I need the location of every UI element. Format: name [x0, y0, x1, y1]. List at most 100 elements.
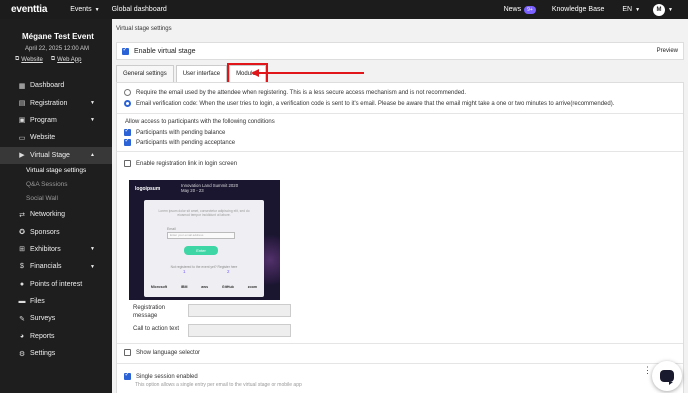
registration-link-label: Enable registration link in login screen: [136, 160, 238, 167]
single-session-help: This option allows a single entry per em…: [135, 382, 302, 388]
main-content: Virtual stage settings Enable virtual st…: [112, 19, 688, 393]
program-icon: ▣: [18, 117, 26, 125]
sidebar-item-files[interactable]: ▬ Files: [0, 293, 112, 310]
language-selector-label: Show language selector: [136, 349, 201, 356]
sidebar-item-label: Virtual Stage: [30, 151, 70, 159]
exhibitors-icon: ⊞: [19, 246, 25, 254]
networking-icon: ⇄: [19, 211, 25, 219]
sidebar-item-label: Program: [30, 116, 57, 124]
sponsor-logo: IBM: [180, 285, 188, 289]
preview-step-1: 1: [183, 269, 186, 274]
tab-user-interface[interactable]: User interface: [175, 65, 228, 82]
preview-email-input: Enter your email address: [167, 232, 235, 239]
files-icon: ▬: [18, 298, 26, 306]
registration-message-input[interactable]: [188, 304, 291, 317]
sidebar-subitem-qa-sessions[interactable]: Q&A Sessions: [0, 178, 112, 192]
divider: [117, 343, 683, 344]
chat-widget-button[interactable]: ⋮: [643, 361, 682, 391]
sidebar-item-label: Sponsors: [30, 228, 60, 236]
chevron-down-icon: ▼: [94, 7, 100, 13]
events-label: Events: [70, 6, 92, 13]
news-link[interactable]: News 9+: [504, 6, 536, 14]
registration-link-checkbox[interactable]: [124, 160, 131, 167]
sidebar-subitem-virtual-stage-settings[interactable]: Virtual stage settings: [0, 164, 112, 178]
sidebar-item-label: Networking: [30, 211, 66, 219]
registration-message-label: Registration message: [133, 305, 166, 319]
preview-link[interactable]: Preview: [657, 48, 678, 54]
registration-link-row[interactable]: Enable registration link in login screen: [124, 160, 237, 167]
divider: [117, 151, 683, 152]
sidebar-subitem-social-wall[interactable]: Social Wall: [0, 192, 112, 206]
pending-balance-checkbox[interactable]: [124, 127, 131, 136]
preview-summit: Innovation Land Summit 2020 May 20 - 23: [181, 183, 239, 193]
sidebar-item-dashboard[interactable]: ▦ Dashboard: [0, 77, 112, 94]
tab-general-settings[interactable]: General settings: [116, 65, 174, 82]
sidebar-item-surveys[interactable]: ✎ Surveys: [0, 310, 112, 327]
chevron-down-icon[interactable]: ▼: [668, 7, 673, 13]
webapp-link[interactable]: Web App: [57, 57, 81, 63]
enable-virtual-stage-checkbox[interactable]: [122, 46, 129, 55]
sidebar-item-financials[interactable]: $ Financials ▼: [0, 258, 112, 275]
settings-icon: ⚙: [18, 350, 26, 358]
call-to-action-label: Call to action text: [133, 326, 180, 332]
sidebar-item-label: Surveys: [30, 315, 56, 323]
sidebar-item-label: Exhibitors: [30, 245, 61, 253]
external-link-icon: ⧉: [50, 56, 56, 62]
event-links: ⧉ Website ⧉ Web App: [15, 56, 81, 63]
sidebar-item-exhibitors[interactable]: ⊞ Exhibitors ▼: [0, 241, 112, 258]
language-selector[interactable]: EN ▼: [622, 6, 640, 13]
sidebar-item-registration[interactable]: ▤ Registration ▼: [0, 94, 112, 111]
surveys-icon: ✎: [19, 315, 25, 323]
chevron-down-icon: ▼: [90, 100, 95, 107]
external-link-icon: ⧉: [15, 56, 20, 62]
top-bar: eventtia Events ▼ Global dashboard News 9+…: [0, 0, 688, 19]
sidebar-item-sponsors[interactable]: ✪ Sponsors: [0, 223, 112, 240]
chevron-down-icon: ▼: [90, 263, 95, 270]
sidebar-item-networking[interactable]: ⇄ Networking: [0, 206, 112, 223]
sponsor-logo: aws: [201, 285, 209, 289]
website-link[interactable]: Website: [21, 57, 43, 63]
sidebar-item-label: Settings: [30, 350, 56, 358]
knowledge-base-link[interactable]: Knowledge Base: [552, 6, 605, 13]
preview-sponsor-logos: Microsoft IBM aws GitHub zoom: [144, 285, 264, 289]
drag-handle-icon[interactable]: ⋮: [643, 366, 652, 375]
single-session-row[interactable]: Single session enabled: [124, 371, 198, 380]
single-session-label: Single session enabled: [136, 373, 198, 380]
sidebar-item-label: Dashboard: [30, 82, 65, 90]
enable-virtual-stage-row: Enable virtual stage Preview: [116, 42, 684, 60]
radio-verification-code[interactable]: [124, 100, 131, 107]
financials-icon: $: [20, 263, 24, 271]
page-title: Virtual stage settings: [116, 26, 172, 32]
global-dashboard-link[interactable]: Global dashboard: [112, 6, 167, 13]
sidebar-item-label: Files: [30, 298, 45, 306]
sidebar-item-website[interactable]: ▭ Website: [0, 129, 112, 146]
language-selector-row[interactable]: Show language selector: [124, 349, 200, 356]
settings-tabs: General settings User interface Modules: [116, 63, 268, 84]
eventtia-logo[interactable]: eventtia: [11, 4, 47, 15]
radio-email-only[interactable]: [124, 89, 131, 96]
preview-logo: logoipsum: [135, 186, 161, 192]
sponsors-icon: ✪: [19, 229, 25, 237]
pending-acceptance-checkbox[interactable]: [124, 137, 131, 146]
pending-balance-row[interactable]: Participants with pending balance: [124, 127, 225, 136]
preview-login-card: Lorem ipsum dolor sit amet, consectetur …: [144, 200, 264, 297]
sidebar-item-virtual-stage[interactable]: ▶ Virtual Stage ▲: [0, 146, 112, 164]
sidebar-item-points-of-interest[interactable]: ● Points of interest: [0, 276, 112, 293]
pending-acceptance-row[interactable]: Participants with pending acceptance: [124, 137, 235, 146]
sidebar-item-program[interactable]: ▣ Program ▼: [0, 112, 112, 129]
sidebar-item-reports[interactable]: ◕ Reports: [0, 328, 112, 345]
call-to-action-input[interactable]: [188, 324, 291, 337]
language-selector-checkbox[interactable]: [124, 349, 131, 356]
sponsor-logo: Microsoft: [150, 285, 168, 289]
allow-access-heading: Allow access to participants with the fo…: [125, 119, 275, 125]
avatar[interactable]: M: [653, 3, 666, 16]
sponsor-logo: zoom: [247, 285, 258, 289]
login-mode-email-option[interactable]: Require the email used by the attendee w…: [124, 89, 466, 96]
registration-icon: ▤: [18, 100, 26, 108]
dashboard-icon: ▦: [18, 82, 26, 90]
events-menu[interactable]: Events ▼: [70, 6, 99, 13]
sidebar-item-settings[interactable]: ⚙ Settings: [0, 345, 112, 362]
login-mode-verification-option[interactable]: Email verification code: When the user t…: [124, 100, 614, 107]
single-session-checkbox[interactable]: [124, 371, 131, 380]
location-icon: ●: [19, 280, 25, 288]
